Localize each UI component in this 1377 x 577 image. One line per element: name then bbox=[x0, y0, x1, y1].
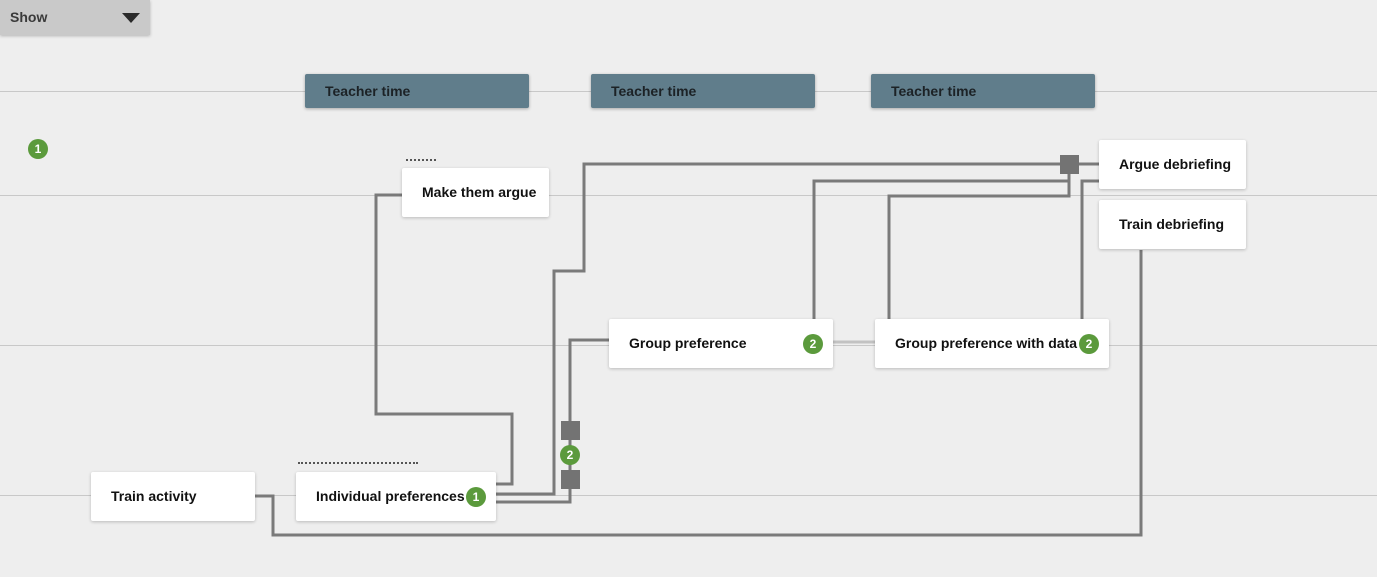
caret-down-icon bbox=[122, 13, 140, 23]
teacher-time-bar-1[interactable]: Teacher time bbox=[305, 74, 529, 108]
activity-group-preference[interactable]: Group preference 2 bbox=[609, 319, 833, 368]
connector-individual-to-make-them-argue bbox=[374, 193, 514, 486]
activity-group-preference-with-data[interactable]: Group preference with data 2 bbox=[875, 319, 1109, 368]
teacher-time-label: Teacher time bbox=[611, 83, 697, 99]
activity-badge: 2 bbox=[1079, 334, 1099, 354]
connector-group-data-to-argue-debriefing bbox=[887, 164, 1071, 319]
show-dropdown-label: Show bbox=[10, 9, 48, 25]
activity-title: Train activity bbox=[111, 488, 197, 504]
activity-individual-preferences[interactable]: Individual preferences 1 bbox=[296, 472, 496, 521]
activity-title: Argue debriefing bbox=[1119, 156, 1232, 172]
activity-argue-debriefing[interactable]: Argue debriefing bbox=[1099, 140, 1246, 189]
operator-gate-lower[interactable] bbox=[561, 470, 580, 489]
activity-title: Group preference with data bbox=[895, 335, 1078, 351]
show-dropdown[interactable]: Show bbox=[0, 0, 150, 35]
teacher-time-label: Teacher time bbox=[891, 83, 977, 99]
teacher-time-bar-3[interactable]: Teacher time bbox=[871, 74, 1095, 108]
connector-group-preference-to-argue-debriefing bbox=[812, 164, 1071, 319]
activity-badge: 2 bbox=[803, 334, 823, 354]
graph-canvas: Show Teacher time Teacher time Teacher t… bbox=[0, 0, 1377, 577]
activity-title: Train debriefing bbox=[1119, 216, 1225, 232]
operator-count-badge: 2 bbox=[560, 445, 580, 465]
activity-badge: 1 bbox=[466, 487, 486, 507]
teacher-time-label: Teacher time bbox=[325, 83, 411, 99]
activity-make-them-argue[interactable]: Make them argue bbox=[402, 168, 549, 217]
activity-train-activity[interactable]: Train activity bbox=[91, 472, 255, 521]
individual-preferences-dotted-marker bbox=[298, 462, 418, 464]
activity-title: Group preference bbox=[629, 335, 747, 351]
make-them-argue-dotted-marker bbox=[406, 159, 436, 161]
activity-train-debriefing[interactable]: Train debriefing bbox=[1099, 200, 1246, 249]
activity-title: Make them argue bbox=[422, 184, 537, 200]
operator-gate-argue[interactable] bbox=[1060, 155, 1079, 174]
teacher-time-bar-2[interactable]: Teacher time bbox=[591, 74, 815, 108]
activity-title: Individual preferences bbox=[316, 488, 465, 504]
connector-group-data-to-argue-debriefing-right bbox=[1080, 179, 1099, 319]
plane-count-badge: 1 bbox=[28, 139, 48, 159]
operator-gate-upper[interactable] bbox=[561, 421, 580, 440]
